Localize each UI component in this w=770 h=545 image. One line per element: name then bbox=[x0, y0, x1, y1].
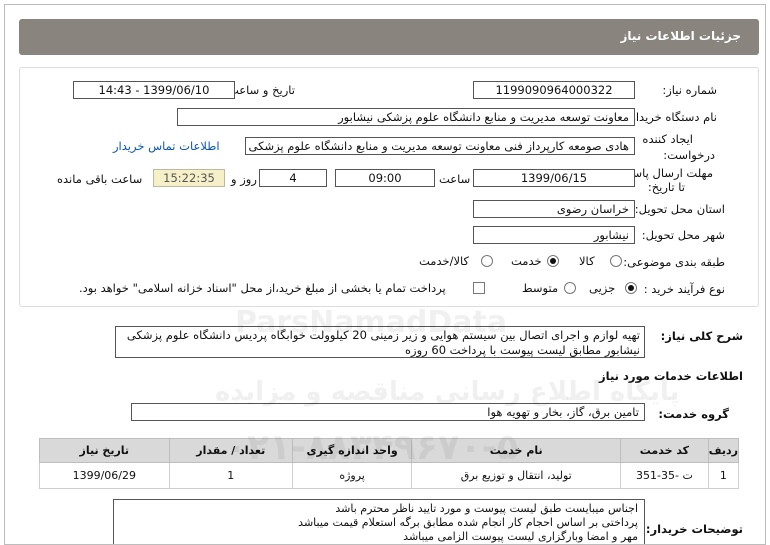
service-group-label: گروه خدمت: bbox=[658, 407, 729, 421]
column-header-name: نام خدمت bbox=[411, 438, 622, 463]
category-label: طبقه بندی موضوعی: bbox=[623, 255, 725, 269]
remaining-time-field: 15:22:35 bbox=[153, 169, 225, 187]
announce-field[interactable]: 1399/06/10 - 14:43 bbox=[73, 81, 235, 99]
creator-field[interactable]: هادی صومعه کارپرداز فنی معاونت توسعه مدی… bbox=[245, 137, 635, 155]
buyer-notes-field[interactable]: اجناس میبایست طبق لیست پیوست و مورد تایی… bbox=[113, 499, 645, 544]
days-label: روز و bbox=[231, 172, 257, 186]
column-header-code: کد خدمت bbox=[620, 438, 709, 463]
process-label: نوع فرآیند خرید : bbox=[643, 282, 725, 296]
notes-line-1: اجناس میبایست طبق لیست پیوست و مورد تایی… bbox=[335, 502, 638, 515]
buyer-field[interactable]: معاونت توسعه مدیریت و منابع دانشگاه علوم… bbox=[177, 108, 635, 126]
process-radio-medium[interactable] bbox=[564, 282, 576, 294]
cell-date: 1399/06/29 bbox=[39, 462, 170, 489]
table-row[interactable]: 1 ت -35-351 تولید، انتقال و توزیع برق پر… bbox=[39, 462, 740, 489]
column-header-unit: واحد اندازه گیری bbox=[291, 438, 413, 463]
category-option-goods: کالا bbox=[579, 254, 595, 268]
province-field[interactable]: خراسان رضوی bbox=[473, 200, 635, 218]
notes-line-2: پرداختی بر اساس احجام کار انجام شده مطاب… bbox=[298, 516, 638, 529]
treasury-payment-text: پرداخت تمام یا بخشی از مبلغ خرید،از محل … bbox=[79, 281, 446, 295]
cell-qty: 1 bbox=[168, 462, 293, 489]
creator-label-line2: درخواست: bbox=[663, 148, 715, 162]
treasury-payment-checkbox[interactable] bbox=[473, 282, 485, 294]
category-option-service: خدمت bbox=[511, 254, 542, 268]
page-title: جزئیات اطلاعات نیاز bbox=[620, 29, 741, 43]
page-frame: جزئیات اطلاعات نیاز شماره نیاز: 11990909… bbox=[4, 4, 766, 545]
category-radio-goods-service[interactable] bbox=[481, 255, 493, 267]
column-header-qty: تعداد / مقدار bbox=[168, 438, 293, 463]
buyer-label: نام دستگاه خریدار: bbox=[626, 110, 717, 124]
description-label: شرح کلی نیاز: bbox=[660, 329, 743, 343]
process-radio-minor[interactable] bbox=[625, 282, 637, 294]
category-radio-service[interactable] bbox=[547, 255, 559, 267]
service-group-field[interactable]: تامین برق، گاز، بخار و تهویه هوا bbox=[131, 403, 645, 421]
header-bar: جزئیات اطلاعات نیاز bbox=[19, 19, 759, 55]
services-section-title: اطلاعات خدمات مورد نیاز bbox=[599, 369, 743, 383]
days-field[interactable]: 4 bbox=[259, 169, 327, 187]
table-header-row: ردیف کد خدمت نام خدمت واحد اندازه گیری ت… bbox=[39, 438, 740, 463]
city-label: شهر محل تحویل: bbox=[641, 228, 725, 242]
cell-index: 1 bbox=[707, 462, 740, 489]
cell-unit: پروژه bbox=[291, 462, 413, 489]
process-option-minor: جزیی bbox=[589, 281, 616, 295]
remaining-label: ساعت باقی مانده bbox=[57, 172, 143, 186]
category-radio-goods[interactable] bbox=[610, 255, 622, 267]
cell-code: ت -35-351 bbox=[620, 462, 709, 489]
deadline-time-field[interactable]: 09:00 bbox=[335, 169, 435, 187]
column-header-date: تاریخ نیاز bbox=[39, 438, 170, 463]
province-label: استان محل تحویل: bbox=[634, 202, 725, 216]
description-field[interactable]: تهیه لوازم و اجرای اتصال بین سیستم هوایی… bbox=[115, 326, 645, 358]
services-table: ردیف کد خدمت نام خدمت واحد اندازه گیری ت… bbox=[39, 438, 740, 489]
city-field[interactable]: نیشابور bbox=[473, 226, 635, 244]
process-option-medium: متوسط bbox=[522, 281, 559, 295]
deadline-date-field[interactable]: 1399/06/15 bbox=[473, 169, 635, 187]
notes-line-3: مهر و امضا وبارگزاری لیست پیوست الزامی م… bbox=[403, 530, 638, 543]
buyer-contact-link[interactable]: اطلاعات تماس خریدار bbox=[113, 139, 220, 153]
need-number-label: شماره نیاز: bbox=[662, 83, 717, 97]
time-label: ساعت bbox=[439, 172, 471, 186]
need-number-field[interactable]: 1199090964000322 bbox=[473, 81, 635, 99]
deadline-label-line2: تا تاریخ: bbox=[647, 180, 685, 194]
cell-name: تولید، انتقال و توزیع برق bbox=[411, 462, 622, 489]
buyer-notes-label: توضیحات خریدار: bbox=[645, 522, 743, 536]
creator-label-line1: ایجاد کننده bbox=[642, 132, 693, 146]
column-header-index: ردیف bbox=[707, 438, 740, 463]
category-option-goods-service: کالا/خدمت bbox=[419, 254, 470, 268]
